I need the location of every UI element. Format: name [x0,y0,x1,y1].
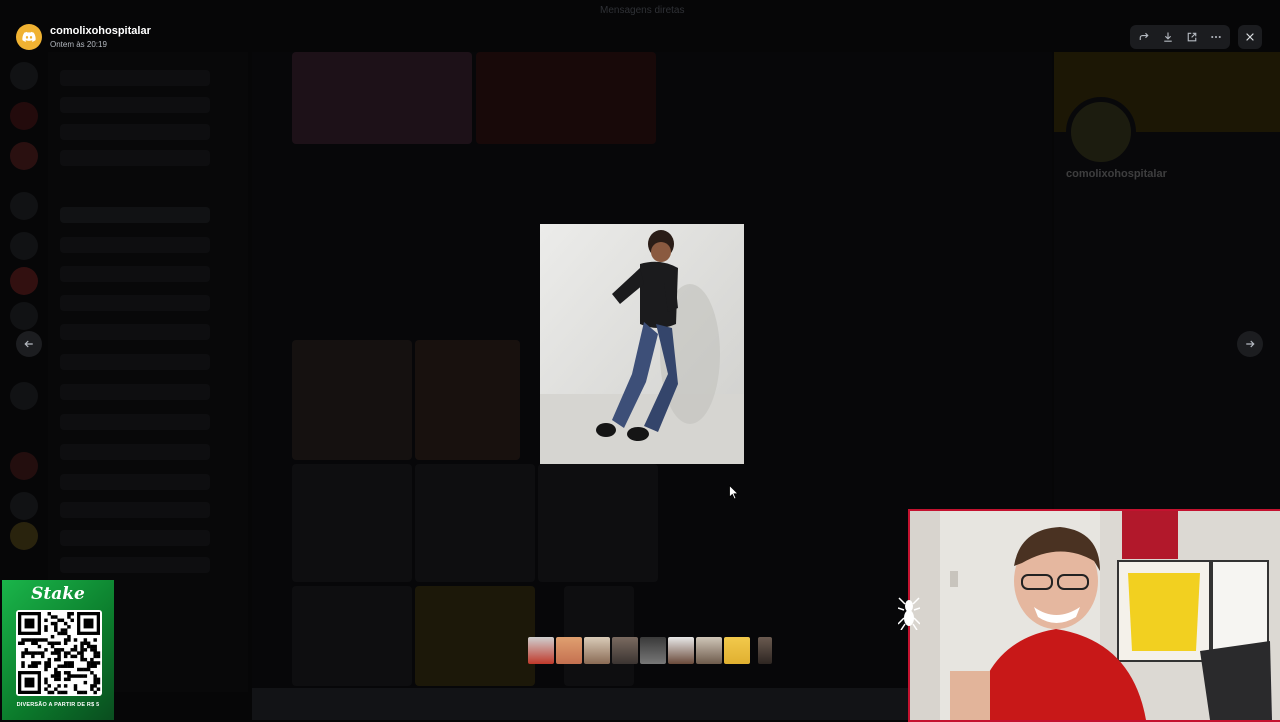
stake-ad: Stake DIVERSÃO A PARTIR DE R$ 5 [2,580,114,720]
qr-code-image [18,612,101,695]
next-media-button[interactable] [1237,331,1263,357]
thumbnail[interactable] [724,637,750,664]
thumbnail[interactable] [696,637,722,664]
thumbnail[interactable] [584,637,610,664]
thumbnail[interactable] [640,637,666,664]
arrow-left-icon [24,340,33,348]
spider-logo-icon [898,597,920,630]
qr-code [16,610,102,696]
thumbnail[interactable] [612,637,638,664]
streamer-webcam [908,509,1280,722]
thumbnail[interactable] [758,637,772,664]
previous-media-button[interactable] [16,331,42,357]
bottom-bar [252,688,908,720]
media-action-bar [1130,25,1230,49]
avatar[interactable] [16,24,42,50]
thumbnail[interactable] [668,637,694,664]
thumbnail[interactable] [556,637,582,664]
close-button[interactable] [1238,25,1262,49]
forward-icon[interactable] [1133,26,1155,48]
dancing-person-image [540,224,744,464]
profile-name: comolixohospitalar [1066,168,1167,180]
username[interactable]: comolixohospitalar [50,25,151,37]
arrow-right-icon [1246,340,1255,348]
thumbnail[interactable] [528,637,554,664]
message-timestamp: Ontem às 20:19 [50,40,107,49]
webcam-feed [910,511,1280,720]
more-icon[interactable] [1205,26,1227,48]
media-viewer-header: comolixohospitalar Ontem às 20:19 [0,0,1280,76]
stake-tagline: DIVERSÃO A PARTIR DE R$ 5 [16,702,100,708]
discord-icon [22,31,36,42]
stake-logo: Stake [31,584,85,604]
open-external-icon[interactable] [1181,26,1203,48]
media-image[interactable] [540,224,744,464]
thumbnail-strip [528,637,772,664]
download-icon[interactable] [1157,26,1179,48]
cursor-icon [729,485,739,500]
close-icon [1246,33,1254,41]
